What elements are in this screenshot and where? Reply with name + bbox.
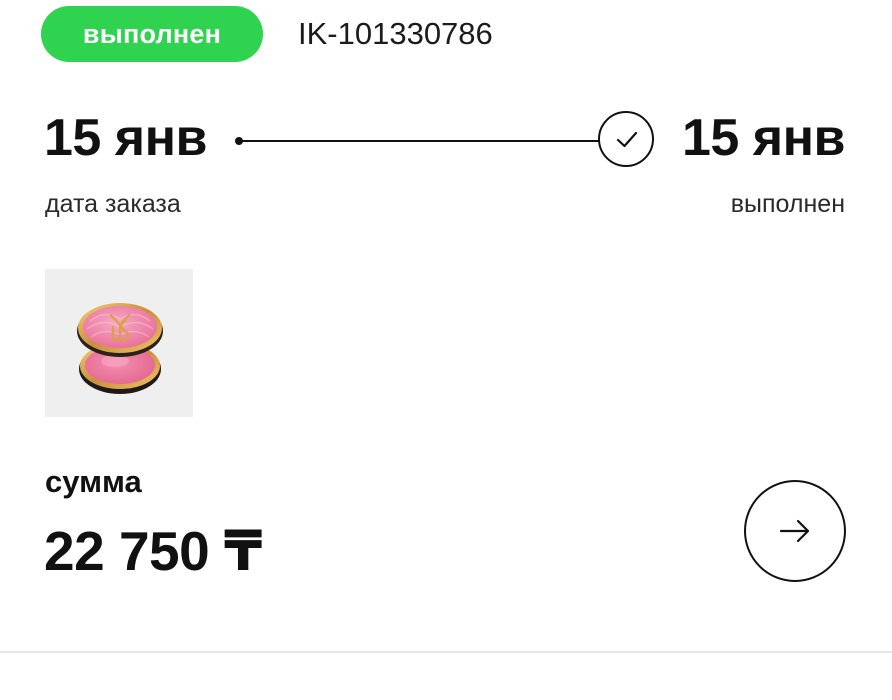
sum-label: сумма xyxy=(45,464,142,499)
order-number: IK-101330786 xyxy=(298,16,493,51)
order-date: 15 янв xyxy=(44,109,208,167)
completion-date: 15 янв xyxy=(681,109,846,167)
status-badge: выполнен xyxy=(41,6,263,62)
order-date-caption: дата заказа xyxy=(45,190,181,218)
blush-compact-image xyxy=(77,303,163,394)
divider xyxy=(0,651,892,653)
check-icon xyxy=(598,111,654,167)
completion-caption: выполнен xyxy=(730,190,845,218)
product-thumbnail[interactable] xyxy=(45,269,193,417)
arrow-right-icon xyxy=(779,519,810,543)
timeline-line xyxy=(239,140,601,142)
order-details-button[interactable] xyxy=(744,480,846,582)
sum-value: 22 750 ₸ xyxy=(44,520,262,582)
